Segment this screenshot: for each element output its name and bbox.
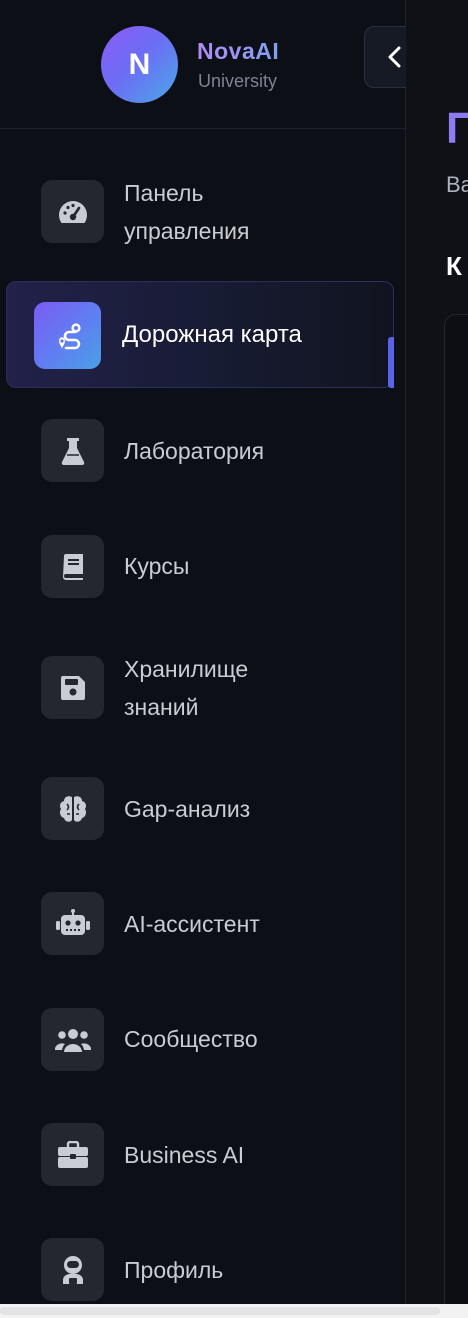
sidebar: N NovaAI University Панель управления До…: [0, 0, 426, 1304]
content-card: [444, 314, 468, 1304]
sidebar-item-ai-assistant[interactable]: AI-ассистент: [0, 892, 405, 956]
sidebar-item-laboratory[interactable]: Лаборатория: [0, 419, 405, 483]
sidebar-item-label: Business AI: [124, 1142, 245, 1168]
robot-icon: [41, 892, 104, 955]
sidebar-item-label: Gap-анализ: [124, 796, 251, 822]
users-icon: [41, 1008, 104, 1071]
user-astronaut-icon: [41, 1238, 104, 1301]
sidebar-item-profile[interactable]: Профиль: [0, 1238, 405, 1302]
sidebar-item-knowledge-base[interactable]: Хранилище знаний: [0, 656, 405, 720]
book-icon: [41, 535, 104, 598]
brand-subtitle: University: [198, 71, 278, 91]
sidebar-item-label: Лаборатория: [124, 438, 265, 464]
page-title: П: [446, 104, 468, 153]
sidebar-item-label: AI-ассистент: [124, 911, 260, 937]
sidebar-item-dashboard[interactable]: Панель управления: [0, 180, 405, 244]
sidebar-item-label: Панель управления: [124, 180, 250, 244]
brand-header: N NovaAI University: [0, 0, 405, 129]
sidebar-item-label: Сообщество: [124, 1026, 258, 1052]
brain-icon: [41, 777, 104, 840]
flask-icon: [41, 419, 104, 482]
floppy-disk-icon: [41, 656, 104, 719]
gauge-icon: [41, 180, 104, 243]
section-heading: К: [446, 251, 462, 281]
briefcase-icon: [41, 1123, 104, 1186]
sidebar-item-label: Дорожная карта: [122, 321, 302, 348]
sidebar-item-roadmap[interactable]: Дорожная карта: [6, 281, 394, 388]
sidebar-item-business-ai[interactable]: Business AI: [0, 1123, 405, 1187]
horizontal-scrollbar[interactable]: [0, 1304, 468, 1318]
sidebar-item-courses[interactable]: Курсы: [0, 535, 405, 599]
brand-logo-avatar[interactable]: N: [101, 26, 178, 103]
active-indicator: [388, 337, 394, 388]
sidebar-item-label: Курсы: [124, 553, 190, 579]
sidebar-item-community[interactable]: Сообщество: [0, 1008, 405, 1072]
brand-name: NovaAI: [197, 38, 280, 64]
sidebar-item-label: Хранилище знаний: [124, 656, 249, 720]
sidebar-item-gap-analysis[interactable]: Gap-анализ: [0, 777, 405, 841]
scrollbar-thumb[interactable]: [0, 1307, 440, 1315]
sidebar-item-label: Профиль: [124, 1257, 224, 1283]
main-content: П Ва К: [406, 0, 468, 1304]
chevron-left-icon: [386, 46, 404, 68]
page-subtitle: Ва: [446, 172, 468, 197]
route-icon: [34, 302, 101, 369]
